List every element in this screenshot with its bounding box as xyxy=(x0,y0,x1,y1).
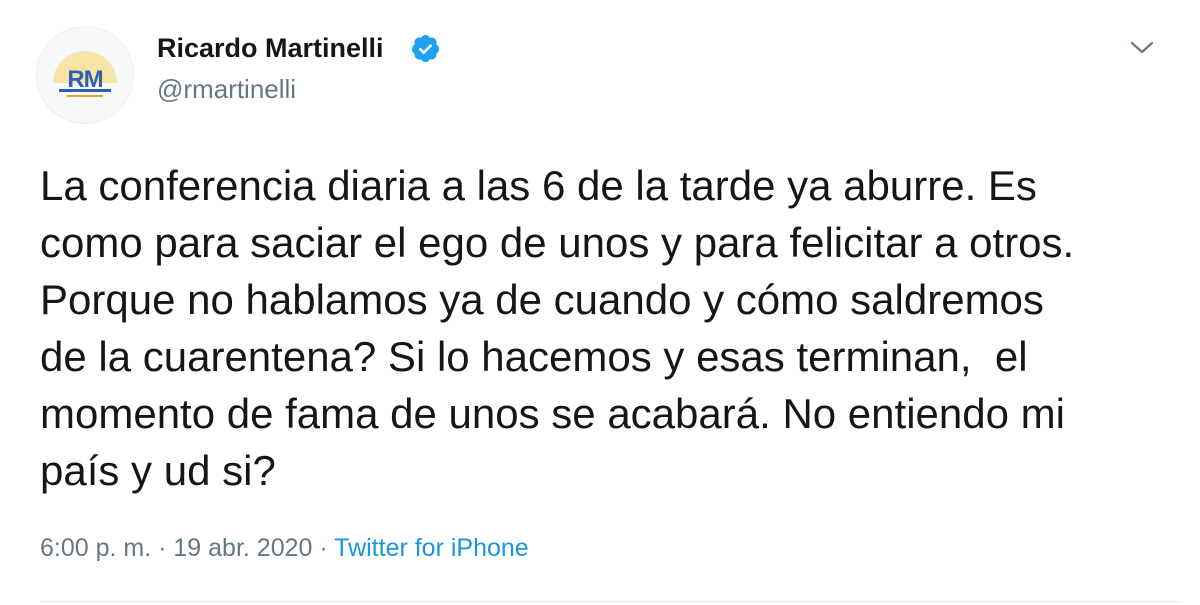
tweet-date[interactable]: 19 abr. 2020 xyxy=(173,534,312,562)
tweet-source-link[interactable]: Twitter for iPhone xyxy=(334,534,529,562)
meta-separator: · xyxy=(312,534,335,562)
author-name[interactable]: Ricardo Martinelli xyxy=(157,33,384,64)
tweet-time[interactable]: 6:00 p. m. xyxy=(40,534,151,562)
divider xyxy=(40,601,1180,602)
chevron-down-icon[interactable] xyxy=(1127,38,1157,58)
avatar[interactable]: RM xyxy=(36,26,134,124)
avatar-initials: RM xyxy=(67,66,103,93)
tweet-meta: 6:00 p. m. · 19 abr. 2020 · Twitter for … xyxy=(40,534,529,563)
meta-separator: · xyxy=(151,534,174,562)
tweet-card: RM Ricardo Martinelli @rmartinelli La co… xyxy=(0,0,1200,605)
author-handle[interactable]: @rmartinelli xyxy=(157,74,296,105)
verified-badge-icon xyxy=(411,34,440,63)
tweet-text: La conferencia diaria a las 6 de la tard… xyxy=(40,162,1075,494)
